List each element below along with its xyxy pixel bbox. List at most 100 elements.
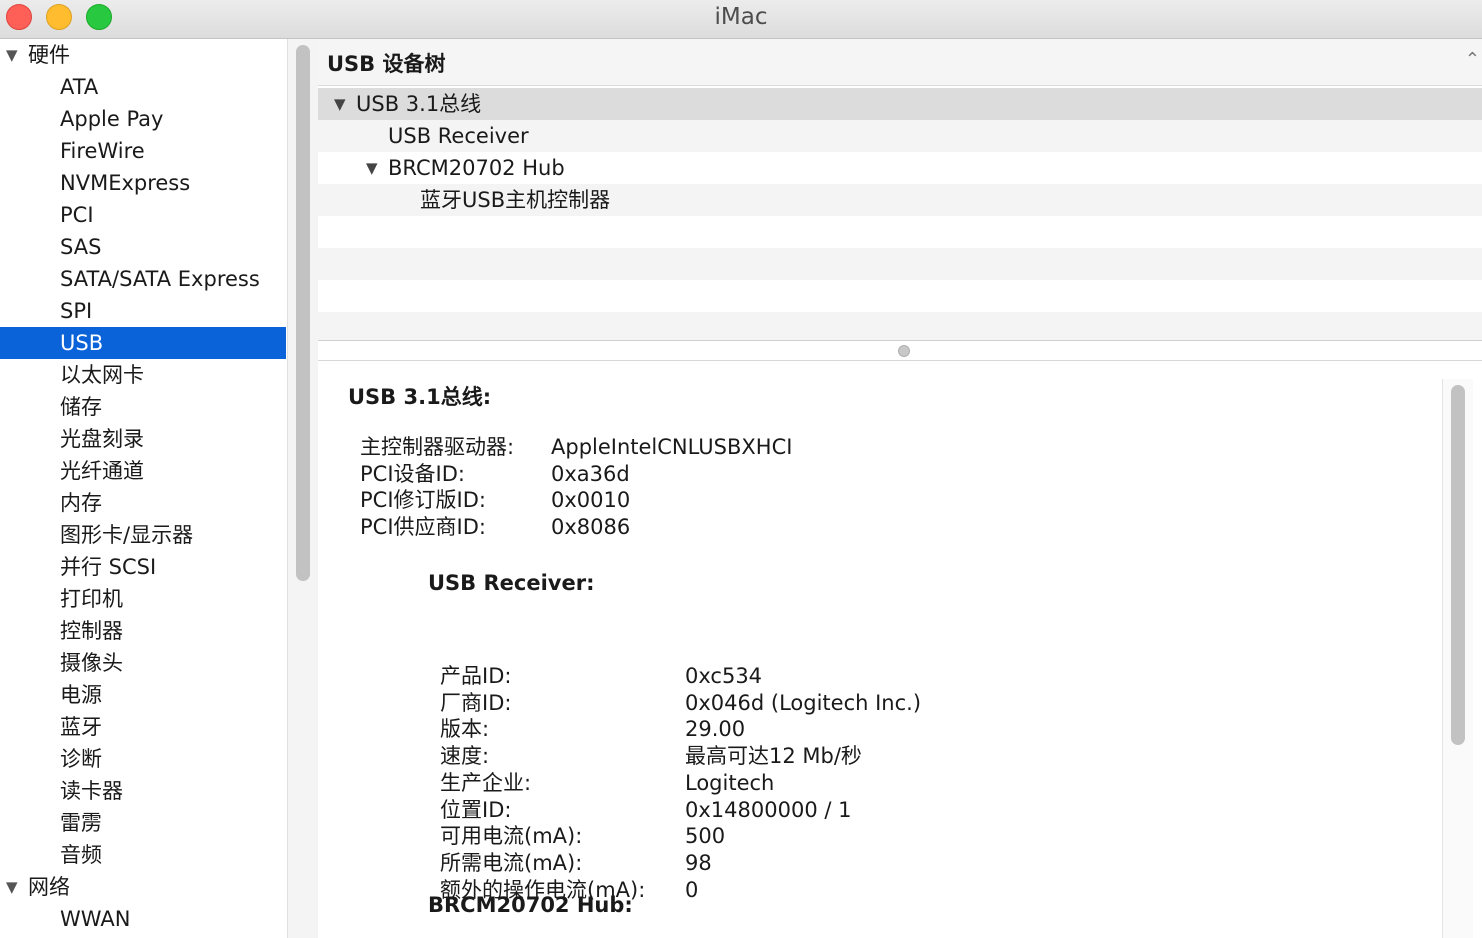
tree-row-label: BRCM20702 Hub	[388, 156, 565, 180]
tree-row[interactable]: USB Receiver	[318, 120, 1482, 152]
sidebar-item[interactable]: 控制器	[0, 615, 286, 647]
sidebar-item[interactable]: SPI	[0, 295, 286, 327]
sidebar-item[interactable]: SAS	[0, 231, 286, 263]
sidebar-item-label: 并行 SCSI	[60, 555, 157, 579]
sidebar-item[interactable]: WWAN	[0, 903, 286, 935]
sidebar-item-label: 电源	[60, 683, 102, 707]
property-value: 0x0010	[551, 488, 631, 513]
disclosure-triangle-icon[interactable]: ▼	[366, 152, 378, 184]
bus-heading: USB 3.1总线:	[348, 385, 492, 409]
sidebar-group-label: 硬件	[28, 43, 70, 67]
sidebar-item-label: 雷雳	[60, 811, 102, 835]
property-key: 生产企业:	[440, 770, 532, 795]
tree-row-label: USB 3.1总线	[356, 92, 482, 116]
sidebar-item-label: SATA/SATA Express	[60, 267, 260, 291]
detail-view: USB 3.1总线: 主控制器驱动器: AppleIntelCNLUSBXHCI P…	[318, 361, 1442, 938]
split-handle-icon[interactable]	[898, 345, 910, 357]
property-key: PCI供应商ID:	[360, 515, 486, 540]
property-key: 速度:	[440, 744, 490, 769]
sidebar-group[interactable]: ▼ 网络	[0, 871, 286, 903]
sidebar-item[interactable]: 读卡器	[0, 775, 286, 807]
sidebar-item[interactable]: 图形卡/显示器	[0, 519, 286, 551]
sidebar-item-label: ATA	[60, 75, 99, 99]
property-value: Logitech	[685, 770, 775, 795]
sidebar-item-label: SAS	[60, 235, 102, 259]
sidebar-item-label: 图形卡/显示器	[60, 523, 194, 547]
property-key: 所需电流(mA):	[440, 850, 583, 875]
sidebar-item[interactable]: SATA/SATA Express	[0, 263, 286, 295]
tree-row[interactable]: ▼ BRCM20702 Hub	[318, 152, 1482, 184]
sidebar-item[interactable]: NVMExpress	[0, 167, 286, 199]
sidebar-item-label: WWAN	[60, 907, 131, 931]
tree-header[interactable]: USB 设备树 ⌃	[318, 39, 1482, 86]
sidebar-item[interactable]: 摄像头	[0, 647, 286, 679]
sidebar-item-label: 控制器	[60, 619, 123, 643]
sidebar-item[interactable]: USB	[0, 327, 286, 359]
property-key: 位置ID:	[440, 797, 512, 822]
disclosure-triangle-icon[interactable]: ▼	[6, 39, 18, 71]
sidebar-item-label: 读卡器	[60, 779, 123, 803]
property-value: 500	[685, 824, 726, 849]
sidebar-item[interactable]: 储存	[0, 391, 286, 423]
sidebar-item-label: NVMExpress	[60, 171, 191, 195]
sidebar-group-label: 网络	[28, 875, 70, 899]
sidebar-item-label: 蓝牙	[60, 715, 102, 739]
sidebar-item[interactable]: 蓝牙	[0, 711, 286, 743]
sidebar-item[interactable]: Apple Pay	[0, 103, 286, 135]
title-bar: iMac	[0, 0, 1482, 39]
sidebar-item[interactable]: 打印机	[0, 583, 286, 615]
sidebar-item[interactable]: FireWire	[0, 135, 286, 167]
tree-row[interactable]: ▼ USB 3.1总线	[318, 88, 1482, 120]
chevron-up-icon[interactable]: ⌃	[1465, 49, 1480, 70]
sidebar-item-label: PCI	[60, 203, 94, 227]
tree-row-label: 蓝牙USB主机控制器	[420, 188, 611, 212]
disclosure-triangle-icon[interactable]: ▼	[334, 88, 346, 120]
property-key: PCI设备ID:	[360, 461, 465, 486]
sidebar-group[interactable]: ▼ 硬件	[0, 39, 286, 71]
sidebar-item[interactable]: 内存	[0, 487, 286, 519]
sidebar-item[interactable]: 以太网卡	[0, 359, 286, 391]
sidebar-item-label: 摄像头	[60, 651, 123, 675]
sidebar-item[interactable]: ATA	[0, 71, 286, 103]
tree-row-empty	[318, 280, 1482, 312]
detail-scroll-thumb[interactable]	[1451, 385, 1465, 745]
detail-scrollbar[interactable]	[1442, 379, 1473, 938]
disclosure-triangle-icon[interactable]: ▼	[6, 871, 18, 903]
sidebar-item[interactable]: 音频	[0, 839, 286, 871]
sidebar-item[interactable]: 电源	[0, 679, 286, 711]
sidebar-item-label: 内存	[60, 491, 102, 515]
hub-heading: BRCM20702 Hub:	[428, 893, 633, 917]
sidebar: ▼ 硬件 ATA Apple Pay FireWire NVMExpress PCI SAS S…	[0, 39, 286, 938]
sidebar-item[interactable]: 并行 SCSI	[0, 551, 286, 583]
sidebar-item[interactable]: PCI	[0, 199, 286, 231]
sidebar-item-label: USB	[60, 331, 104, 355]
property-value: 0	[685, 877, 699, 902]
property-value: 0xc534	[685, 664, 763, 688]
property-key: 版本:	[440, 717, 490, 742]
tree-row-empty	[318, 216, 1482, 248]
sidebar-item-label: 诊断	[60, 747, 102, 771]
property-key: PCI修订版ID:	[360, 488, 486, 513]
sidebar-scroll-thumb[interactable]	[296, 45, 310, 581]
property-value: 98	[685, 850, 712, 875]
sidebar-item-label: Apple Pay	[60, 107, 164, 131]
sidebar-item[interactable]: 光盘刻录	[0, 423, 286, 455]
window-title: iMac	[714, 4, 768, 30]
sidebar-item[interactable]: 雷雳	[0, 807, 286, 839]
property-value: 0x14800000 / 1	[685, 797, 852, 822]
property-key: 厂商ID:	[440, 690, 512, 715]
sidebar-item-label: 光纤通道	[60, 459, 144, 483]
sidebar-item-label: 光盘刻录	[60, 427, 144, 451]
sidebar-item[interactable]: 诊断	[0, 743, 286, 775]
sidebar-item-label: 打印机	[60, 587, 123, 611]
property-key: 产品ID:	[440, 664, 512, 688]
property-value: 29.00	[685, 717, 746, 742]
sidebar-item-label: 以太网卡	[60, 363, 144, 387]
property-value: AppleIntelCNLUSBXHCI	[551, 435, 793, 459]
sidebar-item-label: FireWire	[60, 139, 145, 163]
sidebar-item-label: 音频	[60, 843, 102, 867]
sidebar-scrollbar[interactable]	[287, 39, 319, 938]
tree-row[interactable]: 蓝牙USB主机控制器	[318, 184, 1482, 216]
split-divider[interactable]	[318, 340, 1482, 361]
sidebar-item[interactable]: 光纤通道	[0, 455, 286, 487]
